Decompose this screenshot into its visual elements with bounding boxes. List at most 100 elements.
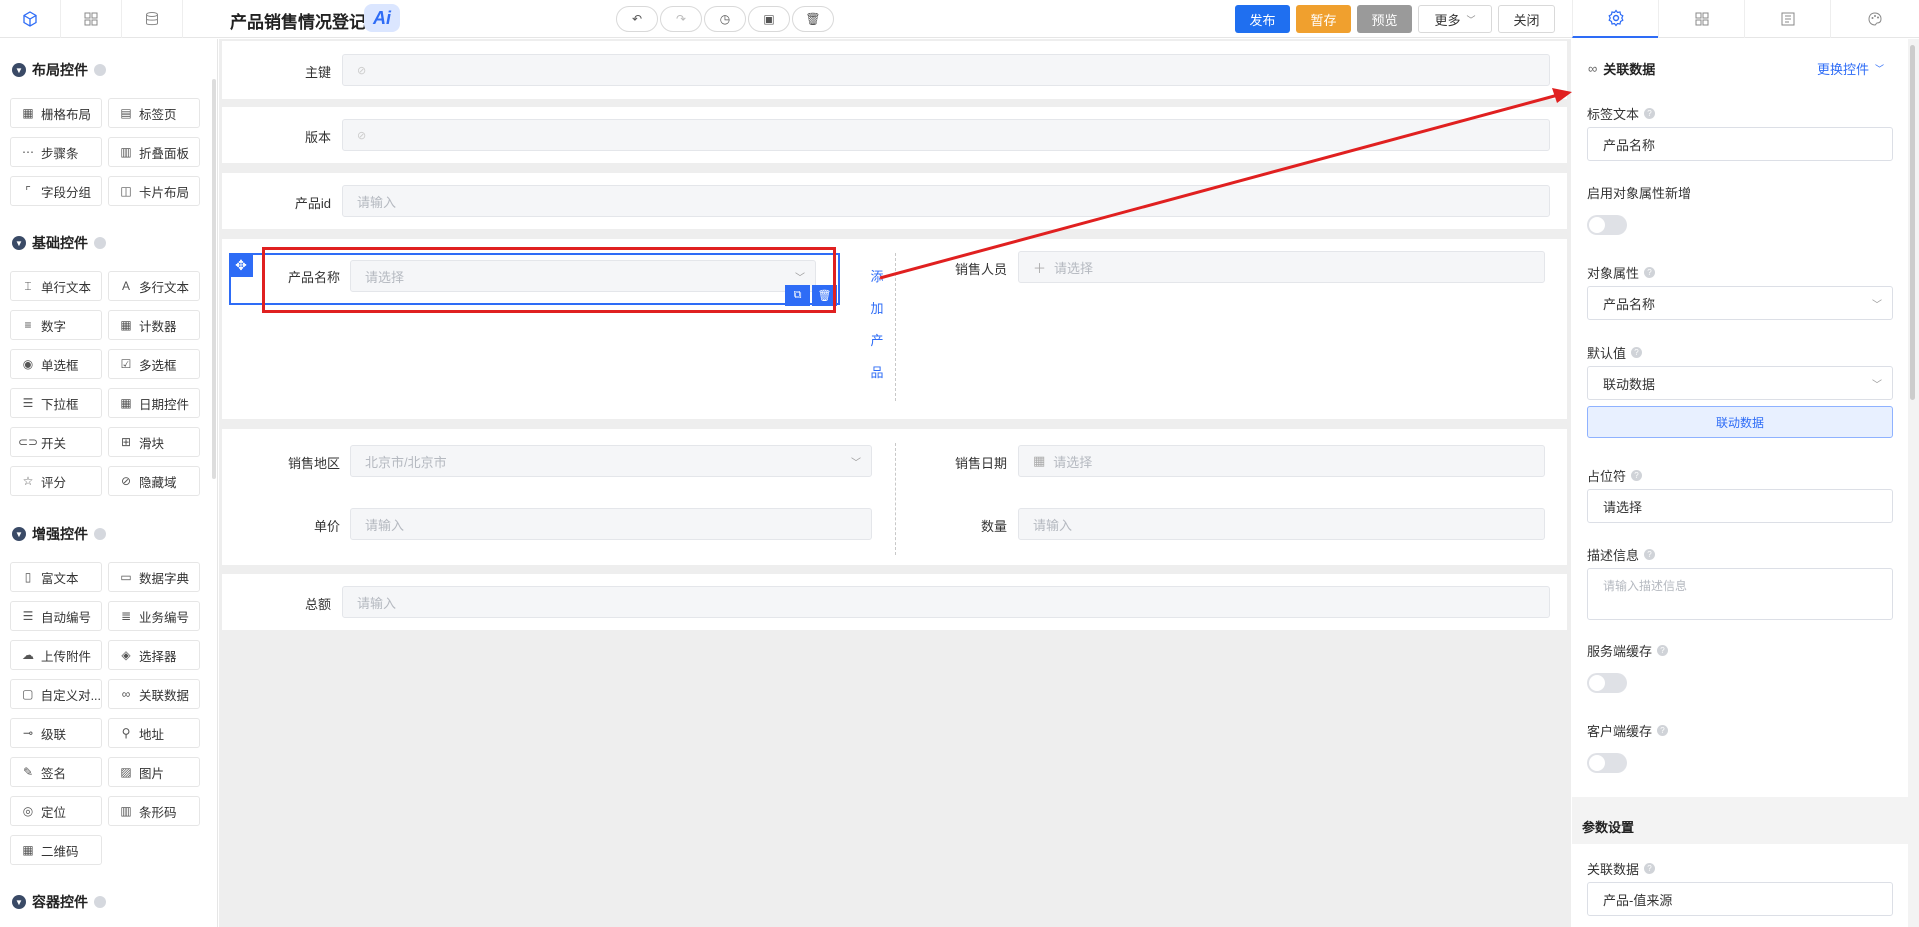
widget-tabs[interactable]: ▤ 标签页 bbox=[108, 98, 200, 128]
widget-date[interactable]: ▦ 日期控件 bbox=[108, 388, 200, 418]
add-product-link[interactable]: 添 加 产 品 bbox=[867, 261, 887, 389]
collapse-icon: ▼ bbox=[12, 63, 26, 77]
widget-collapse[interactable]: ▥ 折叠面板 bbox=[108, 137, 200, 167]
widget-checkbox[interactable]: ☑ 多选框 bbox=[108, 349, 200, 379]
image-icon: ▨ bbox=[120, 765, 132, 779]
widget-slider[interactable]: ⊞ 滑块 bbox=[108, 427, 200, 457]
widget-related-data[interactable]: ∞ 关联数据 bbox=[108, 679, 200, 709]
widget-location[interactable]: ◎ 定位 bbox=[10, 796, 102, 826]
primary-key-input[interactable]: ⊘ bbox=[342, 54, 1550, 86]
widget-signature[interactable]: ✎ 签名 bbox=[10, 757, 102, 787]
grid-tab[interactable] bbox=[61, 0, 122, 38]
widget-rating[interactable]: ☆ 评分 bbox=[10, 466, 102, 496]
widget-custom-object[interactable]: ▢ 自定义对... bbox=[10, 679, 102, 709]
field-row[interactable]: 产品id 请输入 bbox=[222, 173, 1567, 229]
default-value-select[interactable]: 联动数据 ﹀ bbox=[1587, 366, 1893, 400]
widget-barcode[interactable]: ▥ 条形码 bbox=[108, 796, 200, 826]
widget-dropdown[interactable]: ☰ 下拉框 bbox=[10, 388, 102, 418]
label-text-input[interactable]: 产品名称 bbox=[1587, 127, 1893, 161]
publish-button[interactable]: 发布 bbox=[1235, 5, 1290, 33]
section-layout[interactable]: ▼ 布局控件 bbox=[12, 60, 106, 80]
database-tab[interactable] bbox=[122, 0, 183, 38]
widget-label: 自定义对... bbox=[40, 688, 101, 703]
widget-auto-number[interactable]: ☰ 自动编号 bbox=[10, 601, 102, 631]
enable-obj-attr-toggle[interactable] bbox=[1587, 215, 1627, 235]
theme-tab[interactable] bbox=[1830, 0, 1919, 38]
preview-button[interactable]: 预览 bbox=[1357, 5, 1412, 33]
settings-tab[interactable] bbox=[1572, 0, 1658, 38]
product-id-input[interactable]: 请输入 bbox=[342, 185, 1550, 217]
sale-date-input[interactable]: ▦ 请选择 bbox=[1018, 445, 1545, 477]
redo-button[interactable]: ↷ bbox=[660, 6, 702, 32]
widget-grid-layout[interactable]: ▦ 栅格布局 bbox=[10, 98, 102, 128]
widget-upload[interactable]: ☁ 上传附件 bbox=[10, 640, 102, 670]
help-icon: ? bbox=[1644, 549, 1656, 560]
version-input[interactable]: ⊘ bbox=[342, 119, 1550, 151]
link-char: 品 bbox=[870, 365, 884, 380]
widget-label: 单行文本 bbox=[41, 280, 92, 295]
section-basic[interactable]: ▼ 基础控件 bbox=[12, 233, 106, 253]
unit-price-input[interactable]: 请输入 bbox=[350, 508, 872, 540]
widget-selector[interactable]: ◈ 选择器 bbox=[108, 640, 200, 670]
region-select[interactable]: 北京市/北京市 ﹀ bbox=[350, 445, 872, 477]
widget-rich-text[interactable]: ▯ 富文本 bbox=[10, 562, 102, 592]
placeholder-input[interactable]: 请选择 bbox=[1587, 489, 1893, 523]
undo-button[interactable]: ↶ bbox=[616, 6, 658, 32]
column-divider bbox=[895, 443, 896, 555]
widget-radio[interactable]: ◉ 单选框 bbox=[10, 349, 102, 379]
clipboard-icon: ▣ bbox=[763, 12, 775, 26]
form-settings-tab[interactable] bbox=[1744, 0, 1830, 38]
widget-tab[interactable] bbox=[0, 0, 61, 38]
switch-widget-button[interactable]: 更换控件 ﹀ bbox=[1817, 59, 1884, 78]
sidebar-scrollbar[interactable] bbox=[212, 79, 216, 479]
obj-attr-select[interactable]: 产品名称 ﹀ bbox=[1587, 286, 1893, 320]
close-button[interactable]: 关闭 bbox=[1498, 5, 1555, 33]
field-row[interactable]: 主键 ⊘ bbox=[222, 41, 1567, 99]
field-row[interactable]: 版本 ⊘ bbox=[222, 107, 1567, 163]
description-textarea[interactable]: 请输入描述信息 bbox=[1587, 568, 1893, 620]
widget-steps[interactable]: ⋯ 步骤条 bbox=[10, 137, 102, 167]
widget-card-layout[interactable]: ◫ 卡片布局 bbox=[108, 176, 200, 206]
history-button[interactable]: ◷ bbox=[704, 6, 746, 32]
widget-dictionary[interactable]: ▭ 数据字典 bbox=[108, 562, 200, 592]
widget-business-number[interactable]: ≣ 业务编号 bbox=[108, 601, 200, 631]
salesperson-select[interactable]: ＋ 请选择 bbox=[1018, 251, 1545, 283]
widget-counter[interactable]: ▦ 计数器 bbox=[108, 310, 200, 340]
widget-hidden[interactable]: ⊘ 隐藏域 bbox=[108, 466, 200, 496]
prop-label: 对象属性? bbox=[1587, 263, 1656, 282]
help-icon: ? bbox=[1644, 108, 1656, 119]
widget-image[interactable]: ▨ 图片 bbox=[108, 757, 200, 787]
widget-multi-text[interactable]: A 多行文本 bbox=[108, 271, 200, 301]
widget-qrcode[interactable]: ▦ 二维码 bbox=[10, 835, 102, 865]
widget-address[interactable]: ⚲ 地址 bbox=[108, 718, 200, 748]
section-title: 增强控件 bbox=[32, 526, 88, 542]
client-cache-toggle[interactable] bbox=[1587, 753, 1627, 773]
widget-field-group[interactable]: ⌜ 字段分组 bbox=[10, 176, 102, 206]
quantity-input[interactable]: 请输入 bbox=[1018, 508, 1545, 540]
clear-button[interactable]: 🗑 bbox=[792, 6, 834, 32]
panel-scrollbar[interactable] bbox=[1910, 45, 1915, 400]
field-row[interactable]: 总额 请输入 bbox=[222, 574, 1567, 630]
ai-assistant-button[interactable]: Ai bbox=[364, 4, 400, 32]
more-button[interactable]: 更多 ﹀ bbox=[1418, 5, 1492, 33]
section-enhanced[interactable]: ▼ 增强控件 bbox=[12, 524, 106, 544]
clipboard-button[interactable]: ▣ bbox=[748, 6, 790, 32]
column-divider bbox=[895, 253, 896, 401]
widget-switch[interactable]: ⊂⊃ 开关 bbox=[10, 427, 102, 457]
widget-cascade[interactable]: ⊸ 级联 bbox=[10, 718, 102, 748]
total-input[interactable]: 请输入 bbox=[342, 586, 1550, 618]
draft-button[interactable]: 暂存 bbox=[1296, 5, 1351, 33]
drag-handle[interactable]: ✥ bbox=[229, 253, 253, 277]
widget-label: 关联数据 bbox=[139, 688, 190, 703]
layout-tab[interactable] bbox=[1658, 0, 1744, 38]
upload-icon: ☁ bbox=[22, 648, 34, 662]
widget-label: 二维码 bbox=[41, 844, 79, 859]
widget-label: 图片 bbox=[139, 766, 165, 781]
linked-data-button[interactable]: 联动数据 bbox=[1587, 406, 1893, 438]
widget-label: 多行文本 bbox=[139, 280, 190, 295]
widget-number[interactable]: ≡ 数字 bbox=[10, 310, 102, 340]
server-cache-toggle[interactable] bbox=[1587, 673, 1627, 693]
widget-single-text[interactable]: ⌶ 单行文本 bbox=[10, 271, 102, 301]
section-container[interactable]: ▼ 容器控件 bbox=[12, 892, 106, 912]
related-data-input[interactable]: 产品-值来源 bbox=[1587, 882, 1893, 916]
